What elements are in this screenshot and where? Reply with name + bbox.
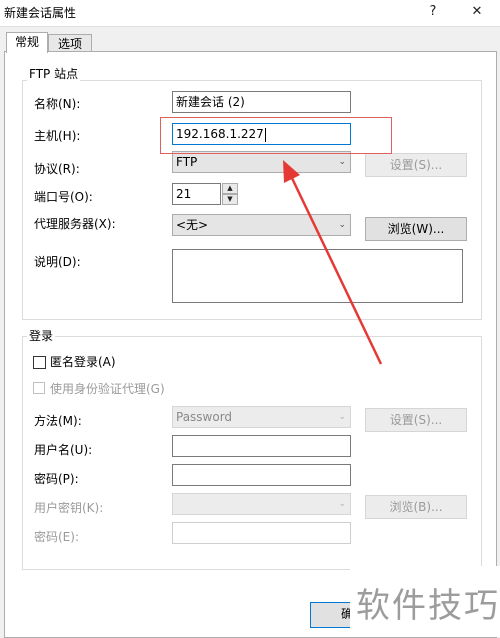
watermark-text: 软件技巧 xyxy=(356,586,500,626)
annotation-arrow xyxy=(283,160,383,365)
annotation-arrow-line xyxy=(289,175,383,365)
